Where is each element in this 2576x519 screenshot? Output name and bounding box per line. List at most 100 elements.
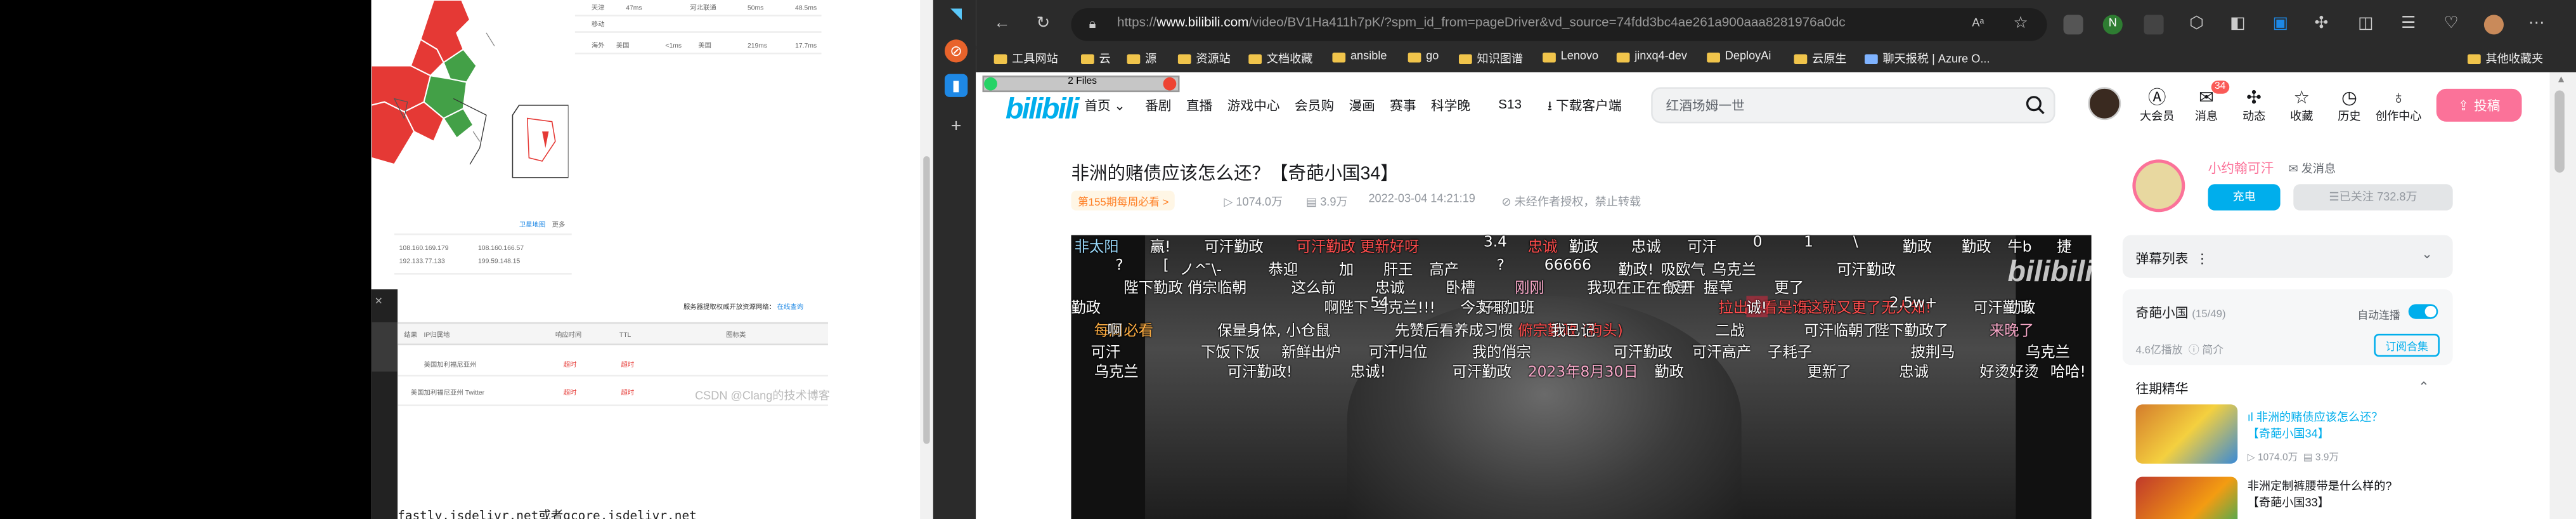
side-panel-tab[interactable]: [371, 322, 398, 372]
extension-icon[interactable]: ▣: [2270, 15, 2290, 34]
nav-s13[interactable]: S13: [1498, 97, 1522, 112]
heart-icon[interactable]: ♡: [2442, 15, 2461, 34]
extension-icon[interactable]: [2063, 15, 2083, 35]
followed-button[interactable]: ☰ 已关注 732.8万: [2293, 184, 2453, 211]
search-icon[interactable]: [2024, 94, 2047, 117]
favorites-icon[interactable]: ☰: [2398, 15, 2418, 34]
nav-manga[interactable]: 漫画: [1349, 97, 1375, 115]
episode-thumbnail[interactable]: [2135, 476, 2238, 519]
other-favorites[interactable]: 其他收藏夹: [2467, 51, 2543, 67]
nav-science[interactable]: 科学晚: [1431, 97, 1470, 115]
bookmark-item[interactable]: 知识图谱: [1458, 51, 1523, 67]
subscribe-collection-button[interactable]: 订阅合集: [2374, 334, 2440, 357]
lock-icon[interactable]: 🔒︎: [1083, 15, 1103, 34]
more-link[interactable]: 更多: [552, 220, 566, 230]
copyright-notice: ⊘ 未经作者授权，禁止转载: [1501, 197, 1641, 209]
column-header: IP归属地: [424, 330, 450, 339]
bookmark-item[interactable]: 源: [1127, 51, 1156, 67]
extension-icon[interactable]: ◧: [2228, 15, 2248, 34]
satellite-map-link[interactable]: 卫星地图: [519, 220, 545, 230]
extensions-puzzle-icon[interactable]: ✣: [2312, 15, 2331, 34]
collection-meta: 4.6亿播放 ⓘ 简介: [2135, 345, 2224, 357]
app-icon[interactable]: ◥: [945, 2, 968, 25]
dynamics-button[interactable]: ✣ 动态: [2229, 89, 2279, 125]
episode-meta: ▷ 1074.0万 ▤ 3.9万: [2247, 454, 2339, 464]
left-scroll-thumb[interactable]: [923, 156, 930, 444]
ip-cell: 108.160.169.179: [399, 243, 449, 252]
chevron-down-icon[interactable]: ⌄: [2421, 247, 2432, 261]
episode-title[interactable]: 非洲定制裤腰带是什么样的? 【奇葩小国33】: [2248, 480, 2392, 513]
chevron-up-icon[interactable]: ⌃: [2418, 380, 2429, 395]
nav-download-client[interactable]: ⭳ 下载客户端: [1548, 97, 1622, 120]
video-title: 非洲的赌债应该怎么还？【奇葩小国34】: [1071, 164, 1399, 185]
result-ttl: 超时: [621, 388, 635, 397]
extension-icon[interactable]: [2144, 15, 2164, 35]
danmaku-comment: 先赞后看养成习惯: [1394, 324, 1513, 341]
episode-thumbnail[interactable]: [2135, 404, 2238, 464]
bookmark-item[interactable]: 文档收藏: [1248, 51, 1312, 67]
profile-avatar[interactable]: [2483, 15, 2504, 35]
split-screen-icon[interactable]: ◫: [2356, 15, 2376, 34]
vip-button[interactable]: Ⓐ 大会员: [2132, 89, 2182, 125]
bookmark-item[interactable]: Lenovo: [1543, 51, 1598, 62]
table-cell: 50ms: [747, 3, 764, 12]
scroll-up-arrow-icon[interactable]: ▲: [2556, 76, 2566, 86]
nav-game-center[interactable]: 游戏中心: [1227, 97, 1280, 115]
send-message-link[interactable]: ✉ 发消息: [2289, 161, 2336, 178]
result-time: 超时: [563, 360, 577, 369]
tab-favicon-icon[interactable]: ▮: [944, 74, 968, 97]
uploader-avatar[interactable]: [2132, 159, 2185, 213]
episode-title[interactable]: ıl 非洲的赌债应该怎么还？ 【奇葩小国34】: [2248, 411, 2383, 444]
favorites-button[interactable]: ☆ 收藏: [2277, 89, 2326, 125]
bookmark-item[interactable]: 云原生: [1794, 51, 1847, 67]
table-divider: [394, 233, 572, 235]
nav-anime[interactable]: 番剧: [1145, 97, 1171, 115]
url-text[interactable]: https://www.bilibili.com/video/BV1Ha411h…: [1117, 15, 1846, 29]
back-icon[interactable]: ←: [992, 15, 1012, 34]
table-cell: 美国: [698, 41, 711, 49]
close-icon[interactable]: ✕: [375, 296, 383, 308]
nav-live[interactable]: 直播: [1186, 97, 1212, 115]
creator-center-button[interactable]: ♁ 创作中心: [2374, 89, 2423, 125]
upload-button[interactable]: ⇪ 投稿: [2436, 88, 2522, 122]
extension-icon[interactable]: N: [2102, 15, 2123, 35]
danmaku-comment: 饭开: [1666, 281, 1696, 298]
bookmark-item[interactable]: jinxq4-dev: [1616, 51, 1687, 62]
bookmark-item[interactable]: ansible: [1332, 51, 1387, 62]
user-avatar[interactable]: [2088, 87, 2121, 121]
bookmark-item[interactable]: 工具网站: [994, 51, 1058, 67]
favorite-star-icon[interactable]: ☆: [2011, 15, 2031, 34]
bookmark-item[interactable]: go: [1408, 51, 1439, 62]
danmaku-comment: 可汗勤政: [1836, 263, 1896, 280]
bookmark-item[interactable]: 云: [1081, 51, 1111, 67]
close-icon[interactable]: [1163, 77, 1177, 91]
new-tab-icon[interactable]: +: [945, 115, 968, 138]
result-table-header: [398, 322, 828, 346]
tab-favicon-icon[interactable]: ⊘: [944, 39, 968, 63]
history-button[interactable]: ◷ 历史: [2325, 89, 2374, 125]
extension-icon[interactable]: ⬡: [2187, 15, 2206, 34]
weekly-tag[interactable]: 第155期每周必看 >: [1071, 190, 1175, 211]
files-label: 2 Files: [1068, 77, 1097, 88]
bookmark-item[interactable]: 聊天报税 | Azure O...: [1865, 51, 1990, 67]
messages-button[interactable]: ✉ 消息: [2182, 89, 2231, 125]
danmaku-comment: ?: [1496, 258, 1505, 275]
bilibili-logo[interactable]: bilibili: [1006, 92, 1080, 126]
table-cell: 47ms: [626, 3, 642, 12]
autoplay-toggle[interactable]: [2408, 304, 2438, 319]
charge-button[interactable]: 充电: [2208, 184, 2281, 211]
nav-vip-shop[interactable]: 会员购: [1295, 97, 1334, 115]
refresh-icon[interactable]: ↻: [1033, 15, 1053, 34]
uploader-name[interactable]: 小约翰可汗: [2208, 159, 2274, 178]
ranking-link[interactable]: 在线查询: [777, 303, 803, 313]
more-menu-icon[interactable]: ⋯: [2527, 15, 2546, 34]
read-aloud-icon[interactable]: Aᵃ: [1968, 15, 1988, 34]
nav-home[interactable]: 首页 ⌄: [1084, 97, 1125, 115]
collection-title[interactable]: 奇葩小国 (15/49): [2136, 304, 2226, 322]
nav-esports[interactable]: 赛事: [1390, 97, 1416, 115]
danmaku-comment: 保量身体, 小仓鼠: [1217, 324, 1331, 341]
bookmark-item[interactable]: DeployAi: [1707, 51, 1771, 62]
bookmark-item[interactable]: 资源站: [1177, 51, 1231, 67]
danmaku-comment: 66666: [1544, 258, 1591, 275]
page-scroll-thumb[interactable]: [2554, 90, 2565, 173]
